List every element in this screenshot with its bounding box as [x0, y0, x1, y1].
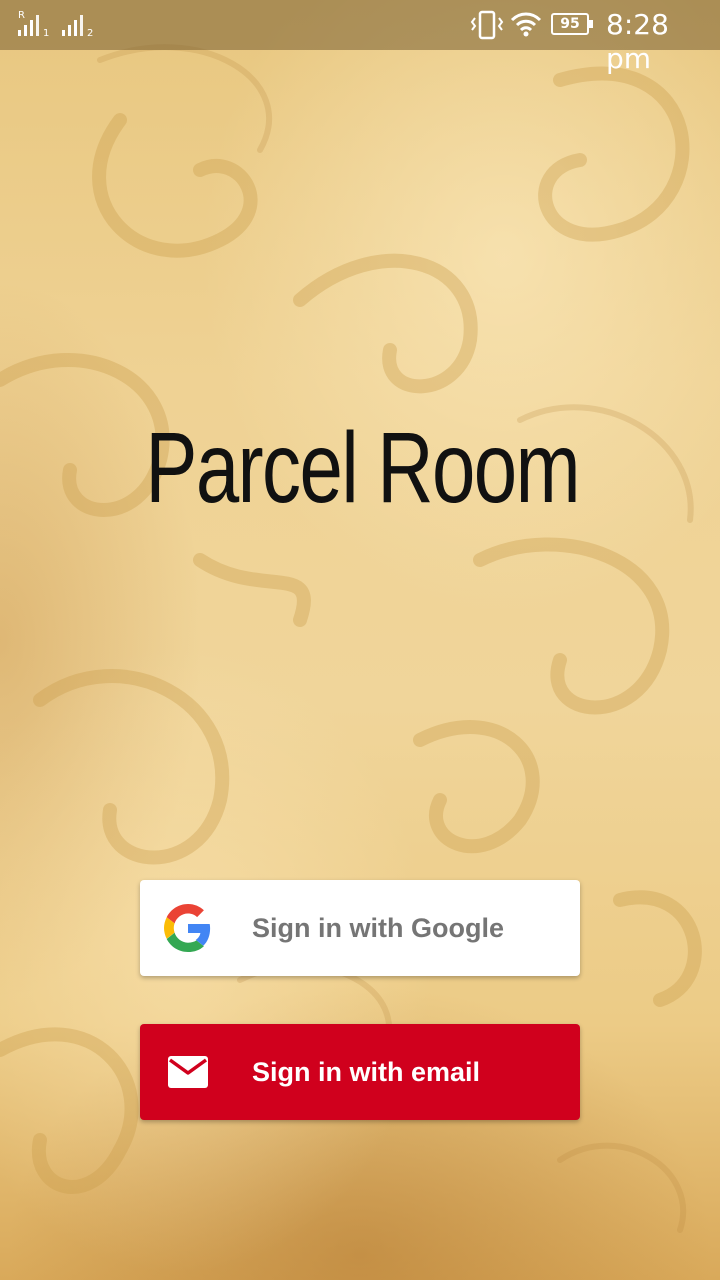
sim2-index: 2 [87, 28, 94, 39]
signal-icon [62, 15, 83, 36]
wifi-icon [510, 12, 542, 37]
battery-level: 95 [560, 16, 580, 32]
battery-icon: 95 [551, 13, 593, 35]
email-icon [168, 1056, 208, 1088]
google-logo-icon [164, 904, 211, 952]
sim1-index: 1 [43, 28, 50, 39]
status-time: 8:28 pm [606, 8, 669, 75]
google-sign-in-label: Sign in with Google [252, 913, 504, 943]
vibrate-icon [470, 10, 504, 40]
signal-icon [18, 15, 39, 36]
email-sign-in-label: Sign in with email [252, 1057, 481, 1087]
status-bar: R 1 2 95 8:28 pm [0, 0, 720, 75]
email-sign-in-button[interactable]: Sign in with email [140, 1024, 580, 1120]
login-screen: R 1 2 95 8:28 pm Parcel Room Sign in wit… [0, 0, 720, 1280]
app-title: Parcel Room [145, 412, 580, 524]
google-sign-in-button[interactable]: Sign in with Google [140, 880, 580, 976]
